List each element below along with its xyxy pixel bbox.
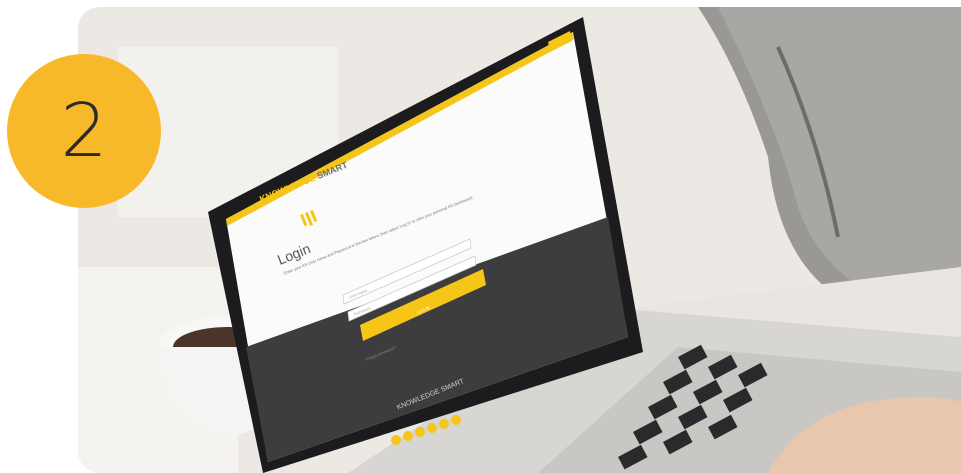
- step-number-badge: 2: [7, 54, 161, 208]
- login-button[interactable]: LOG IN: [416, 305, 430, 315]
- footer-brand: KNOWLEDGE SMART: [396, 378, 465, 411]
- forgot-password-link[interactable]: Forgot password?: [365, 345, 397, 362]
- login-instructions: Enter your KS User name and Password in …: [283, 194, 475, 276]
- screen-brand-line2: SMART: [315, 159, 349, 182]
- password-field[interactable]: Password: [353, 305, 371, 316]
- screen-brand-line1: KNOWLEDGE: [258, 172, 317, 205]
- footer-brand-line2: SMART: [440, 378, 466, 394]
- screen-brand: KNOWLEDGE SMART: [258, 160, 349, 204]
- footer-brand-line1: KNOWLEDGE: [396, 387, 441, 412]
- laptop-photo: KNOWLEDGE SMART Login Enter your KS User…: [78, 7, 961, 473]
- username-field[interactable]: User name: [348, 288, 368, 300]
- step-number: 2: [60, 88, 108, 174]
- laptop-screen: KNOWLEDGE SMART Login Enter your KS User…: [78, 7, 961, 473]
